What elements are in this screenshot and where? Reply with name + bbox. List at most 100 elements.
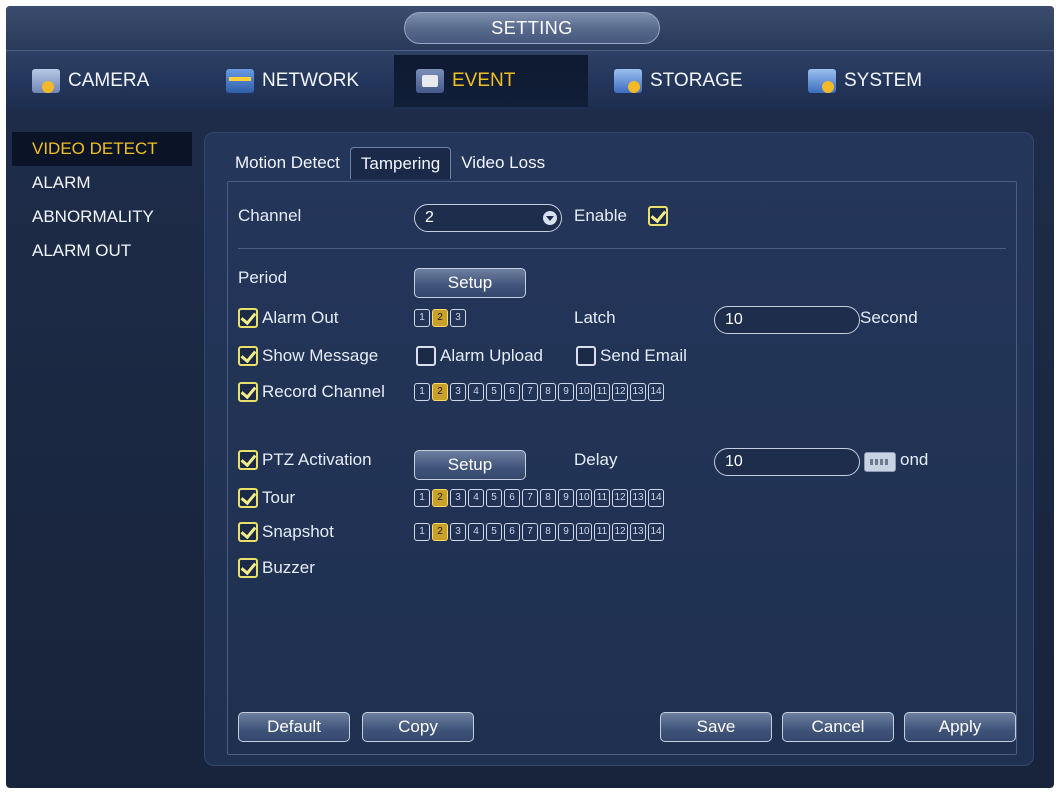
tab-motion-detect[interactable]: Motion Detect bbox=[225, 147, 350, 179]
tour-channel-12[interactable]: 12 bbox=[612, 489, 628, 507]
buzzer-label: Buzzer bbox=[262, 558, 315, 577]
record-channel-3[interactable]: 3 bbox=[450, 383, 466, 401]
tour-channel-7[interactable]: 7 bbox=[522, 489, 538, 507]
apply-button[interactable]: Apply bbox=[904, 712, 1016, 742]
snapshot-channel-4[interactable]: 4 bbox=[468, 523, 484, 541]
channel-label: Channel bbox=[238, 206, 302, 225]
send-email-checkbox[interactable] bbox=[576, 346, 596, 366]
period-setup-button[interactable]: Setup bbox=[414, 268, 526, 298]
record-channel-12[interactable]: 12 bbox=[612, 383, 628, 401]
setting-window: SETTING CAMERA NETWORK EVENT STORAGE SYS… bbox=[6, 6, 1054, 788]
window-title: SETTING bbox=[404, 12, 660, 44]
snapshot-channel-7[interactable]: 7 bbox=[522, 523, 538, 541]
enable-checkbox[interactable] bbox=[648, 206, 668, 226]
record-channel-11[interactable]: 11 bbox=[594, 383, 610, 401]
nav-tab-camera[interactable]: CAMERA bbox=[26, 55, 196, 107]
tour-channel-9[interactable]: 9 bbox=[558, 489, 574, 507]
snapshot-channel-11[interactable]: 11 bbox=[594, 523, 610, 541]
ptz-activation-checkbox[interactable] bbox=[238, 450, 258, 470]
record-channel-1[interactable]: 1 bbox=[414, 383, 430, 401]
nav-tab-label: STORAGE bbox=[650, 70, 743, 91]
nav-tab-label: SYSTEM bbox=[844, 70, 923, 91]
alarm-upload-label: Alarm Upload bbox=[440, 346, 543, 365]
tour-channel-13[interactable]: 13 bbox=[630, 489, 646, 507]
nav-tab-storage[interactable]: STORAGE bbox=[608, 55, 778, 107]
snapshot-channel-6[interactable]: 6 bbox=[504, 523, 520, 541]
record-channel-10[interactable]: 10 bbox=[576, 383, 592, 401]
show-message-checkbox[interactable] bbox=[238, 346, 258, 366]
sidebar-item-alarm-out[interactable]: ALARM OUT bbox=[12, 234, 192, 268]
alarm-out-channels: 1 2 3 bbox=[414, 309, 466, 327]
sidebar-item-abnormality[interactable]: ABNORMALITY bbox=[12, 200, 192, 234]
record-channel-5[interactable]: 5 bbox=[486, 383, 502, 401]
system-icon bbox=[808, 69, 836, 93]
alarm-out-checkbox[interactable] bbox=[238, 308, 258, 328]
alarm-out-2[interactable]: 2 bbox=[432, 309, 448, 327]
snapshot-channel-9[interactable]: 9 bbox=[558, 523, 574, 541]
nav-tab-network[interactable]: NETWORK bbox=[220, 55, 390, 107]
keyboard-icon[interactable] bbox=[864, 452, 896, 472]
divider bbox=[238, 248, 1006, 249]
record-channel-6[interactable]: 6 bbox=[504, 383, 520, 401]
tour-channel-10[interactable]: 10 bbox=[576, 489, 592, 507]
tampering-form: Channel 2 Enable Period Setup Alarm Out … bbox=[227, 181, 1017, 755]
tour-checkbox[interactable] bbox=[238, 488, 258, 508]
record-channel-13[interactable]: 13 bbox=[630, 383, 646, 401]
snapshot-channel-8[interactable]: 8 bbox=[540, 523, 556, 541]
delay-input[interactable]: 10 bbox=[714, 448, 860, 476]
tour-channel-11[interactable]: 11 bbox=[594, 489, 610, 507]
save-button[interactable]: Save bbox=[660, 712, 772, 742]
snapshot-channel-12[interactable]: 12 bbox=[612, 523, 628, 541]
sidebar-item-video-detect[interactable]: VIDEO DETECT bbox=[12, 132, 192, 166]
chevron-down-icon bbox=[543, 211, 557, 225]
channel-select[interactable]: 2 bbox=[414, 204, 562, 232]
nav-tab-label: NETWORK bbox=[262, 70, 360, 91]
tour-channel-3[interactable]: 3 bbox=[450, 489, 466, 507]
tour-channel-8[interactable]: 8 bbox=[540, 489, 556, 507]
tab-tampering[interactable]: Tampering bbox=[349, 147, 452, 179]
delay-unit-label: ond bbox=[900, 450, 929, 469]
record-channel-9[interactable]: 9 bbox=[558, 383, 574, 401]
snapshot-channel-1[interactable]: 1 bbox=[414, 523, 430, 541]
tour-channel-4[interactable]: 4 bbox=[468, 489, 484, 507]
ptz-setup-button[interactable]: Setup bbox=[414, 450, 526, 480]
alarm-out-1[interactable]: 1 bbox=[414, 309, 430, 327]
sidebar-item-alarm[interactable]: ALARM bbox=[12, 166, 192, 200]
nav-tab-system[interactable]: SYSTEM bbox=[802, 55, 972, 107]
record-channel-14[interactable]: 14 bbox=[648, 383, 664, 401]
record-channel-7[interactable]: 7 bbox=[522, 383, 538, 401]
tour-channel-2[interactable]: 2 bbox=[432, 489, 448, 507]
snapshot-channel-3[interactable]: 3 bbox=[450, 523, 466, 541]
record-channel-4[interactable]: 4 bbox=[468, 383, 484, 401]
tour-channel-1[interactable]: 1 bbox=[414, 489, 430, 507]
nav-tab-event[interactable]: EVENT bbox=[394, 55, 588, 107]
nav-tab-label: CAMERA bbox=[68, 70, 150, 91]
snapshot-channel-2[interactable]: 2 bbox=[432, 523, 448, 541]
camera-icon bbox=[32, 69, 60, 93]
copy-button[interactable]: Copy bbox=[362, 712, 474, 742]
sidebar: VIDEO DETECT ALARM ABNORMALITY ALARM OUT bbox=[12, 132, 192, 268]
tour-channel-14[interactable]: 14 bbox=[648, 489, 664, 507]
snapshot-channel-list: 1 2 3 4 5 6 7 8 9 10 11 12 13 14 bbox=[414, 523, 664, 541]
tab-video-loss[interactable]: Video Loss bbox=[451, 147, 555, 179]
default-button[interactable]: Default bbox=[238, 712, 350, 742]
tour-channel-6[interactable]: 6 bbox=[504, 489, 520, 507]
period-label: Period bbox=[238, 268, 288, 287]
record-channel-8[interactable]: 8 bbox=[540, 383, 556, 401]
cancel-button[interactable]: Cancel bbox=[782, 712, 894, 742]
record-channel-checkbox[interactable] bbox=[238, 382, 258, 402]
snapshot-channel-14[interactable]: 14 bbox=[648, 523, 664, 541]
snapshot-channel-5[interactable]: 5 bbox=[486, 523, 502, 541]
record-channel-label: Record Channel bbox=[262, 382, 385, 401]
nav-tab-label: EVENT bbox=[452, 70, 516, 91]
alarm-out-3[interactable]: 3 bbox=[450, 309, 466, 327]
record-channel-2[interactable]: 2 bbox=[432, 383, 448, 401]
alarm-upload-checkbox[interactable] bbox=[416, 346, 436, 366]
latch-input[interactable]: 10 bbox=[714, 306, 860, 334]
tour-channel-5[interactable]: 5 bbox=[486, 489, 502, 507]
snapshot-channel-13[interactable]: 13 bbox=[630, 523, 646, 541]
second-label: Second bbox=[860, 308, 918, 327]
snapshot-checkbox[interactable] bbox=[238, 522, 258, 542]
snapshot-channel-10[interactable]: 10 bbox=[576, 523, 592, 541]
buzzer-checkbox[interactable] bbox=[238, 558, 258, 578]
